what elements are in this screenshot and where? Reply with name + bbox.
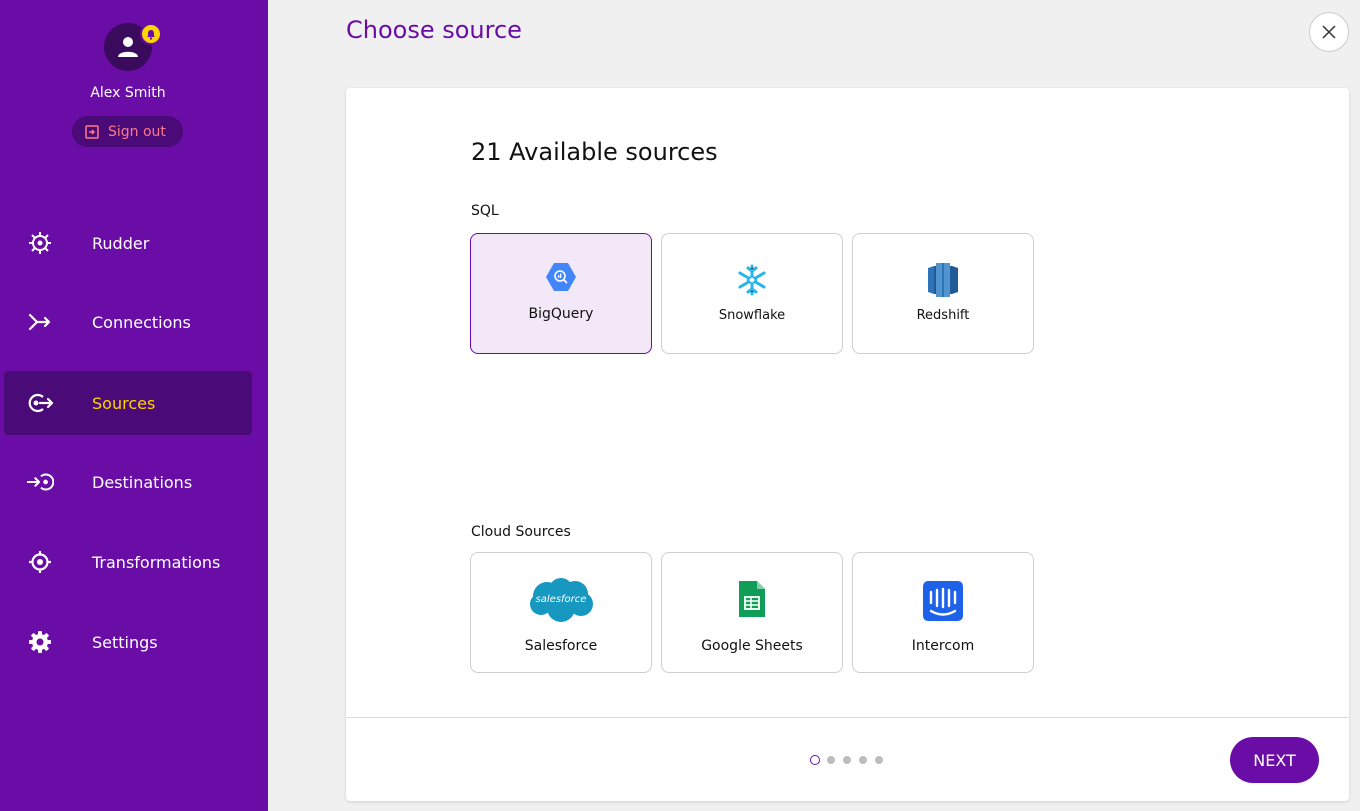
intercom-icon: [853, 581, 1033, 621]
nav-label-destinations: Destinations: [92, 472, 193, 492]
tile-label-google-sheets: Google Sheets: [701, 638, 803, 654]
nav-item-destinations[interactable]: Destinations: [4, 450, 252, 514]
page-title: Choose source: [346, 16, 522, 44]
target-icon: [26, 548, 54, 576]
sign-out-button[interactable]: Sign out: [72, 116, 183, 147]
source-tile-google-sheets[interactable]: Google Sheets: [661, 552, 843, 673]
available-sources-heading: 21 Available sources: [471, 138, 718, 166]
redshift-icon: [853, 262, 1033, 298]
source-tile-bigquery[interactable]: BigQuery: [470, 233, 652, 354]
nav-label-connections: Connections: [92, 312, 191, 332]
bell-icon: [147, 29, 155, 40]
google-sheets-icon: [662, 579, 842, 619]
sign-out-icon: [85, 124, 99, 139]
section-label-cloud-sources: Cloud Sources: [471, 524, 571, 540]
source-tile-intercom[interactable]: Intercom: [852, 552, 1034, 673]
next-button[interactable]: NEXT: [1230, 737, 1319, 783]
svg-text:salesforce: salesforce: [536, 594, 587, 605]
step-dot[interactable]: [859, 756, 867, 764]
section-label-sql: SQL: [471, 203, 499, 219]
tile-label-bigquery: BigQuery: [528, 306, 594, 322]
snowflake-icon: [662, 264, 842, 296]
nav-label-transformations: Transformations: [92, 552, 221, 572]
close-button[interactable]: [1309, 12, 1349, 52]
step-dot[interactable]: [875, 756, 883, 764]
user-icon: [118, 37, 138, 57]
step-dot[interactable]: [827, 756, 835, 764]
source-tile-salesforce[interactable]: salesforce Salesforce: [470, 552, 652, 673]
nav-item-sources[interactable]: Sources: [4, 371, 252, 435]
close-icon: [1322, 25, 1336, 39]
source-icon: [26, 389, 54, 417]
nav-label-settings: Settings: [92, 632, 158, 652]
bigquery-icon: [471, 262, 651, 292]
source-card: 21 Available sources SQL BigQuery Snowfl…: [346, 88, 1349, 801]
user-name: Alex Smith: [90, 85, 166, 101]
step-dot[interactable]: [810, 755, 820, 765]
sign-out-label: Sign out: [108, 123, 166, 140]
wizard-footer: NEXT: [346, 717, 1349, 801]
step-dot[interactable]: [843, 756, 851, 764]
nav-label-sources: Sources: [92, 393, 156, 413]
wheel-icon: [26, 229, 54, 257]
nav-item-connections[interactable]: Connections: [4, 290, 252, 354]
merge-arrow-icon: [26, 308, 54, 336]
source-tile-snowflake[interactable]: Snowflake: [661, 233, 843, 354]
salesforce-icon: salesforce: [471, 576, 651, 624]
nav-item-rudder[interactable]: Rudder: [4, 211, 252, 275]
sidebar: Alex Smith Sign out Rudder Connections S…: [0, 0, 268, 811]
destination-icon: [26, 468, 54, 496]
nav-item-settings[interactable]: Settings: [4, 610, 252, 674]
user-avatar[interactable]: [104, 23, 162, 71]
tile-label-salesforce: Salesforce: [524, 638, 598, 654]
notification-badge[interactable]: [140, 23, 162, 45]
source-tile-redshift[interactable]: Redshift: [852, 233, 1034, 354]
tile-label-intercom: Intercom: [911, 638, 975, 654]
gear-icon: [26, 628, 54, 656]
nav-item-transformations[interactable]: Transformations: [4, 530, 252, 594]
tile-label-redshift: Redshift: [916, 308, 970, 323]
nav-label-rudder: Rudder: [92, 233, 150, 253]
tile-label-snowflake: Snowflake: [718, 308, 786, 323]
